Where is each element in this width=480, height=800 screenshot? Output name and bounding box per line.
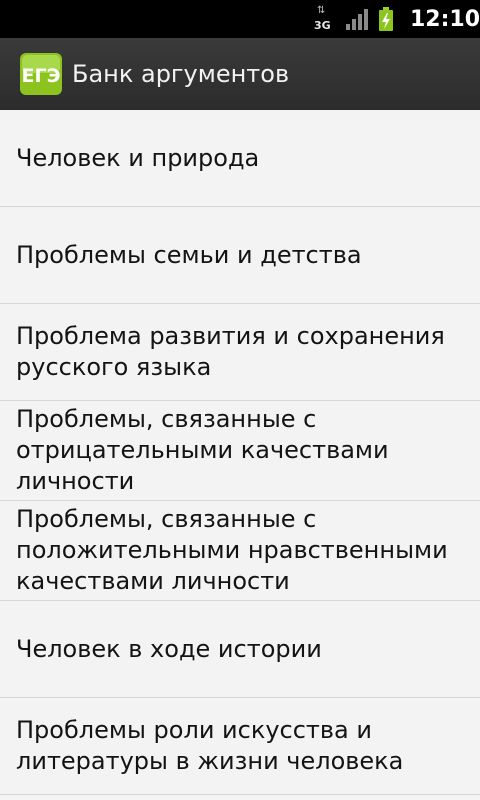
signal-strength-icon bbox=[345, 8, 368, 30]
list-item[interactable]: Проблемы семьи и детства bbox=[0, 207, 480, 304]
status-clock: 12:10 bbox=[409, 6, 480, 32]
list-item-label: Проблема развития и сохранения русского … bbox=[16, 322, 445, 381]
list-item-label: Проблемы роли искусства и литературы в ж… bbox=[16, 716, 404, 775]
list-item-label: Человек и природа bbox=[16, 143, 260, 172]
battery-charging-icon bbox=[378, 7, 394, 31]
list-item-label: Проблемы, связанные с положительными нра… bbox=[16, 505, 448, 595]
svg-text:ЕГЭ: ЕГЭ bbox=[21, 65, 60, 87]
list-item[interactable]: Проблема развития и сохранения русского … bbox=[0, 304, 480, 401]
3g-data-icon: ⇅ 3G bbox=[313, 5, 331, 33]
list-item-label: Человек в ходе истории bbox=[16, 634, 322, 663]
ege-logo-icon: ЕГЭ bbox=[20, 53, 62, 95]
status-icons: ⇅ 3G bbox=[314, 6, 394, 32]
status-bar: ⇅ 3G 12:10 bbox=[0, 0, 480, 38]
list-item-label: Проблемы семьи и детства bbox=[16, 240, 362, 269]
list-item[interactable]: Проблемы роли искусства и литературы в ж… bbox=[0, 698, 480, 795]
topics-list: Человек и природа Проблемы семьи и детст… bbox=[0, 110, 480, 800]
list-item[interactable]: Человек и природа bbox=[0, 110, 480, 207]
list-item[interactable]: Человек в ходе истории bbox=[0, 601, 480, 698]
action-bar: ЕГЭ Банк аргументов bbox=[0, 38, 480, 111]
list-item[interactable]: Проблемы, связанные с положительными нра… bbox=[0, 501, 480, 601]
list-item-label: Проблемы, связанные с отрицательными кач… bbox=[16, 405, 389, 495]
network-type-label: 3G bbox=[313, 19, 331, 32]
list-item[interactable]: Проблемы, связанные с отрицательными кач… bbox=[0, 401, 480, 501]
app-title: Банк аргументов bbox=[72, 60, 290, 88]
